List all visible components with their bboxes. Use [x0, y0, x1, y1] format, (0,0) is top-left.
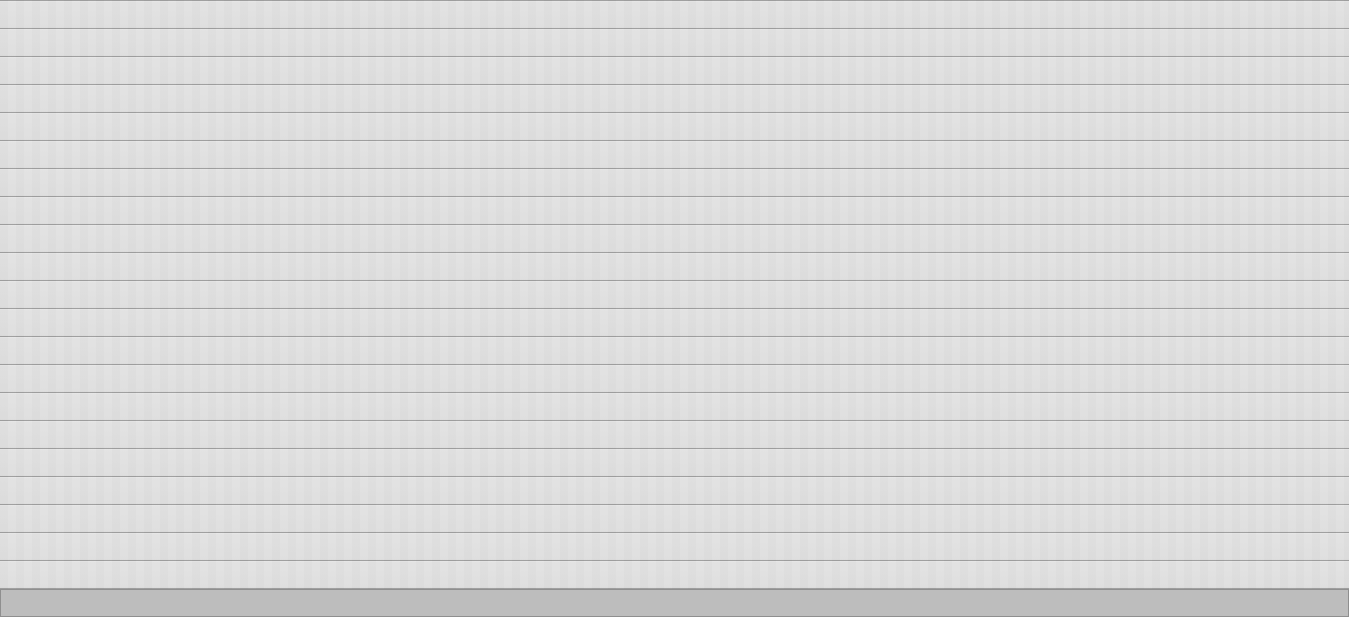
application-viewport	[0, 0, 1349, 617]
striped-content-area	[0, 0, 1349, 589]
bottom-status-bar	[0, 589, 1349, 617]
